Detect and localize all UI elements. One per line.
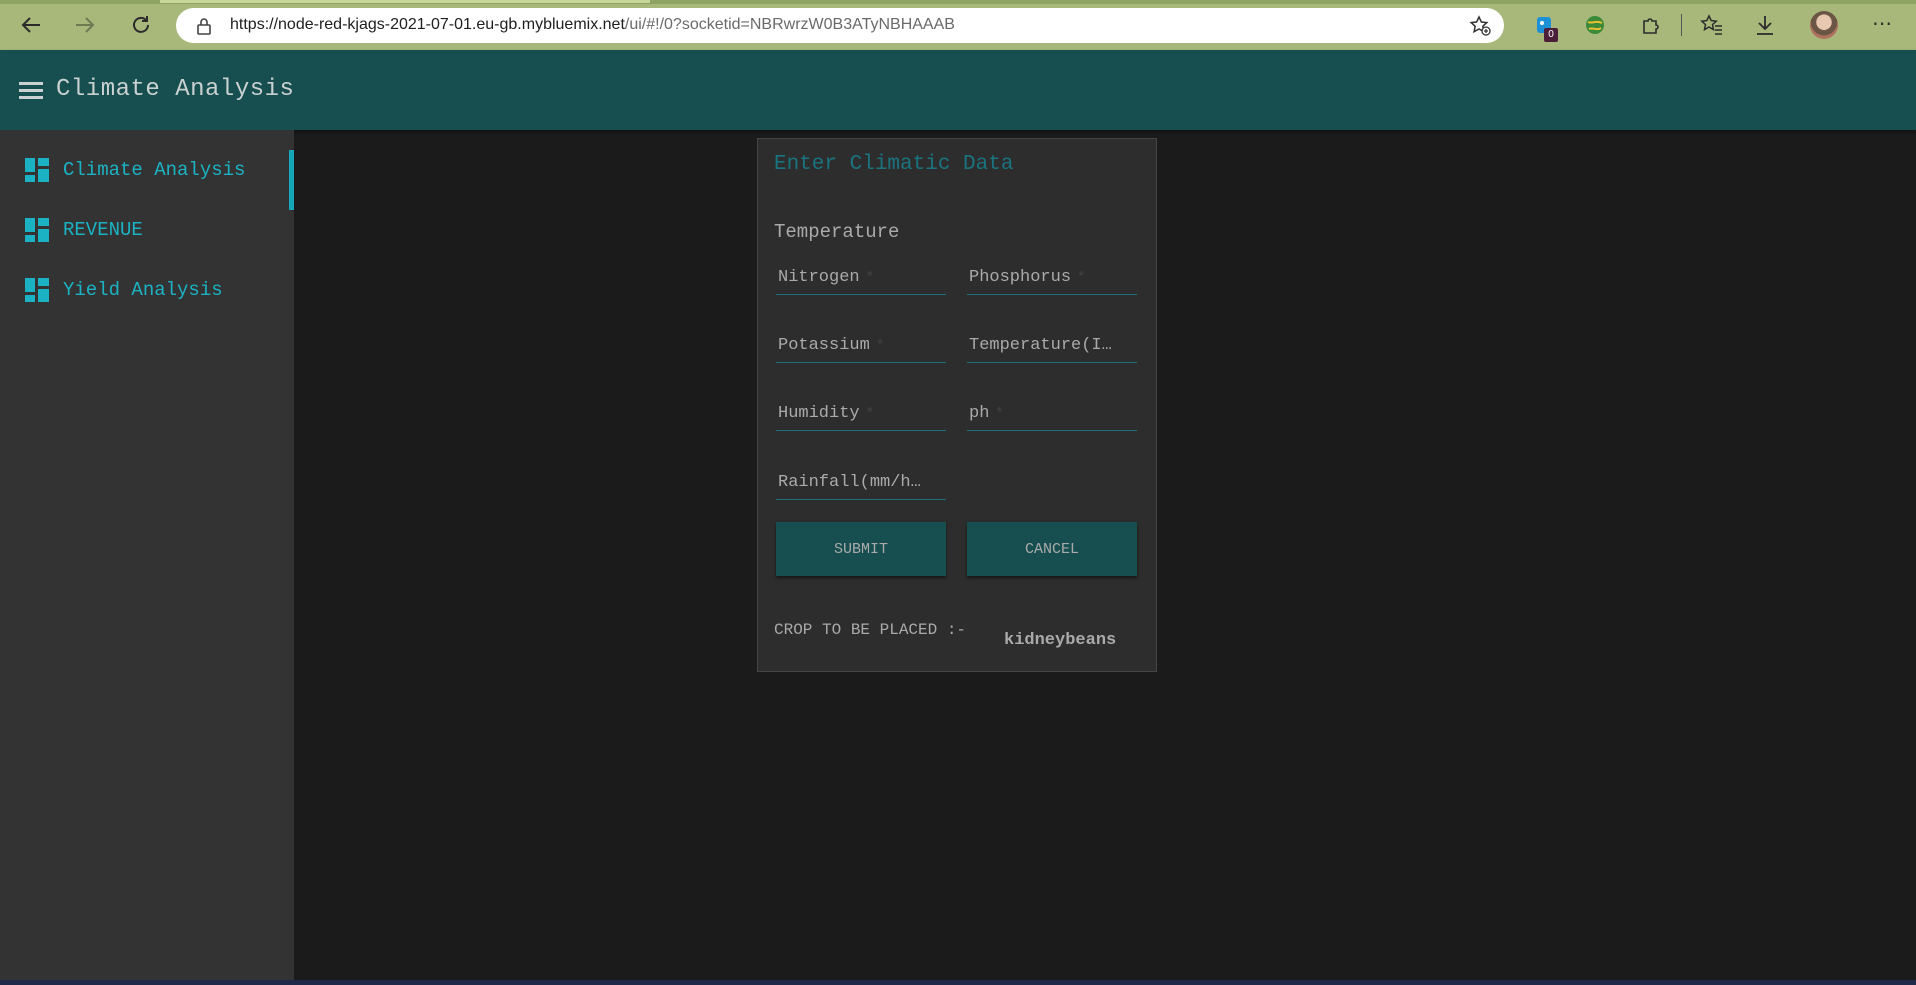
extension-badge: 0 <box>1544 28 1558 42</box>
field-label: Nitrogen * <box>778 268 874 287</box>
field-label: Humidity * <box>778 404 874 423</box>
sidebar-item-revenue[interactable]: REVENUE <box>0 200 294 260</box>
temperature-field[interactable]: Temperature(I… <box>967 333 1137 363</box>
url-host: https://node-red-kjags-2021-07-01.eu-gb.… <box>230 16 625 33</box>
sidebar: Climate Analysis REVENUE Yield Analysis <box>0 130 294 980</box>
arrow-right-icon <box>76 17 95 33</box>
active-tab-indicator <box>160 0 650 3</box>
arrow-left-icon <box>21 17 40 33</box>
refresh-button[interactable] <box>126 10 156 40</box>
climatic-data-card: Enter Climatic Data Temperature Nitrogen… <box>757 138 1157 672</box>
extensions-button[interactable] <box>1638 12 1664 38</box>
downloads-button[interactable] <box>1752 12 1778 38</box>
dashboard-icon <box>25 218 49 242</box>
lock-icon <box>197 18 211 35</box>
field-label: Rainfall(mm/h… <box>778 473 921 492</box>
card-title: Enter Climatic Data <box>774 153 1014 176</box>
card-text: Temperature <box>774 221 900 243</box>
extension-globe-button[interactable] <box>1582 12 1608 38</box>
field-label: Potassium * <box>778 336 884 355</box>
sidebar-item-label: Climate Analysis <box>63 159 246 181</box>
app-header: Climate Analysis <box>0 50 1916 130</box>
field-label-text: Nitrogen <box>778 268 860 287</box>
field-label-text: Potassium <box>778 336 870 355</box>
tab-strip <box>0 0 1916 4</box>
result-label: CROP TO BE PLACED :- <box>774 621 967 639</box>
dashboard-icon <box>25 158 49 182</box>
menu-icon[interactable] <box>19 82 43 100</box>
favorite-add-icon[interactable] <box>1468 14 1492 38</box>
phosphorus-field[interactable]: Phosphorus * <box>967 265 1137 295</box>
refresh-icon <box>133 16 149 33</box>
url-path: /ui/#!/0?socketid=NBRwrzW0B3ATyNBHAAAB <box>624 16 955 33</box>
dashboard-icon <box>25 278 49 302</box>
required-mark: * <box>865 406 875 422</box>
required-mark: * <box>865 270 875 286</box>
profile-avatar[interactable] <box>1810 11 1838 39</box>
humidity-field[interactable]: Humidity * <box>776 401 946 431</box>
toolbar-separator <box>1681 14 1682 36</box>
page-title: Climate Analysis <box>56 76 295 103</box>
field-label-text: Humidity <box>778 404 860 423</box>
field-label: Temperature(I… <box>969 336 1112 355</box>
nitrogen-field[interactable]: Nitrogen * <box>776 265 946 295</box>
submit-button[interactable]: SUBMIT <box>776 522 946 576</box>
result-value: kidneybeans <box>1004 631 1117 650</box>
field-label-text: Phosphorus <box>969 268 1072 287</box>
url-text: https://node-red-kjags-2021-07-01.eu-gb.… <box>230 16 955 34</box>
sidebar-item-label: Yield Analysis <box>63 279 223 301</box>
browser-toolbar: https://node-red-kjags-2021-07-01.eu-gb.… <box>0 0 1916 50</box>
favorites-star-icon <box>1700 14 1722 35</box>
taskbar-edge <box>0 980 1916 985</box>
puzzle-icon <box>1643 18 1659 34</box>
field-label: ph * <box>969 404 1004 423</box>
sidebar-item-climate-analysis[interactable]: Climate Analysis <box>0 140 294 210</box>
sidebar-item-yield-analysis[interactable]: Yield Analysis <box>0 260 294 320</box>
more-options-button[interactable]: ⋯ <box>1867 10 1897 40</box>
forward-button[interactable] <box>70 10 100 40</box>
cancel-button[interactable]: CANCEL <box>967 522 1137 576</box>
required-mark: * <box>875 338 885 354</box>
field-label-text: ph <box>969 404 990 423</box>
required-mark: * <box>995 406 1004 422</box>
rainfall-field[interactable]: Rainfall(mm/h… <box>776 470 946 500</box>
required-mark: * <box>1077 270 1086 286</box>
back-button[interactable] <box>16 10 46 40</box>
sidebar-item-label: REVENUE <box>63 219 143 241</box>
ph-field[interactable]: ph * <box>967 401 1137 431</box>
favorites-button[interactable] <box>1699 12 1725 38</box>
globe-icon <box>1586 16 1604 34</box>
download-icon <box>1757 16 1773 35</box>
potassium-field[interactable]: Potassium * <box>776 333 946 363</box>
address-bar[interactable]: https://node-red-kjags-2021-07-01.eu-gb.… <box>176 8 1504 43</box>
field-label: Phosphorus * <box>969 268 1085 287</box>
